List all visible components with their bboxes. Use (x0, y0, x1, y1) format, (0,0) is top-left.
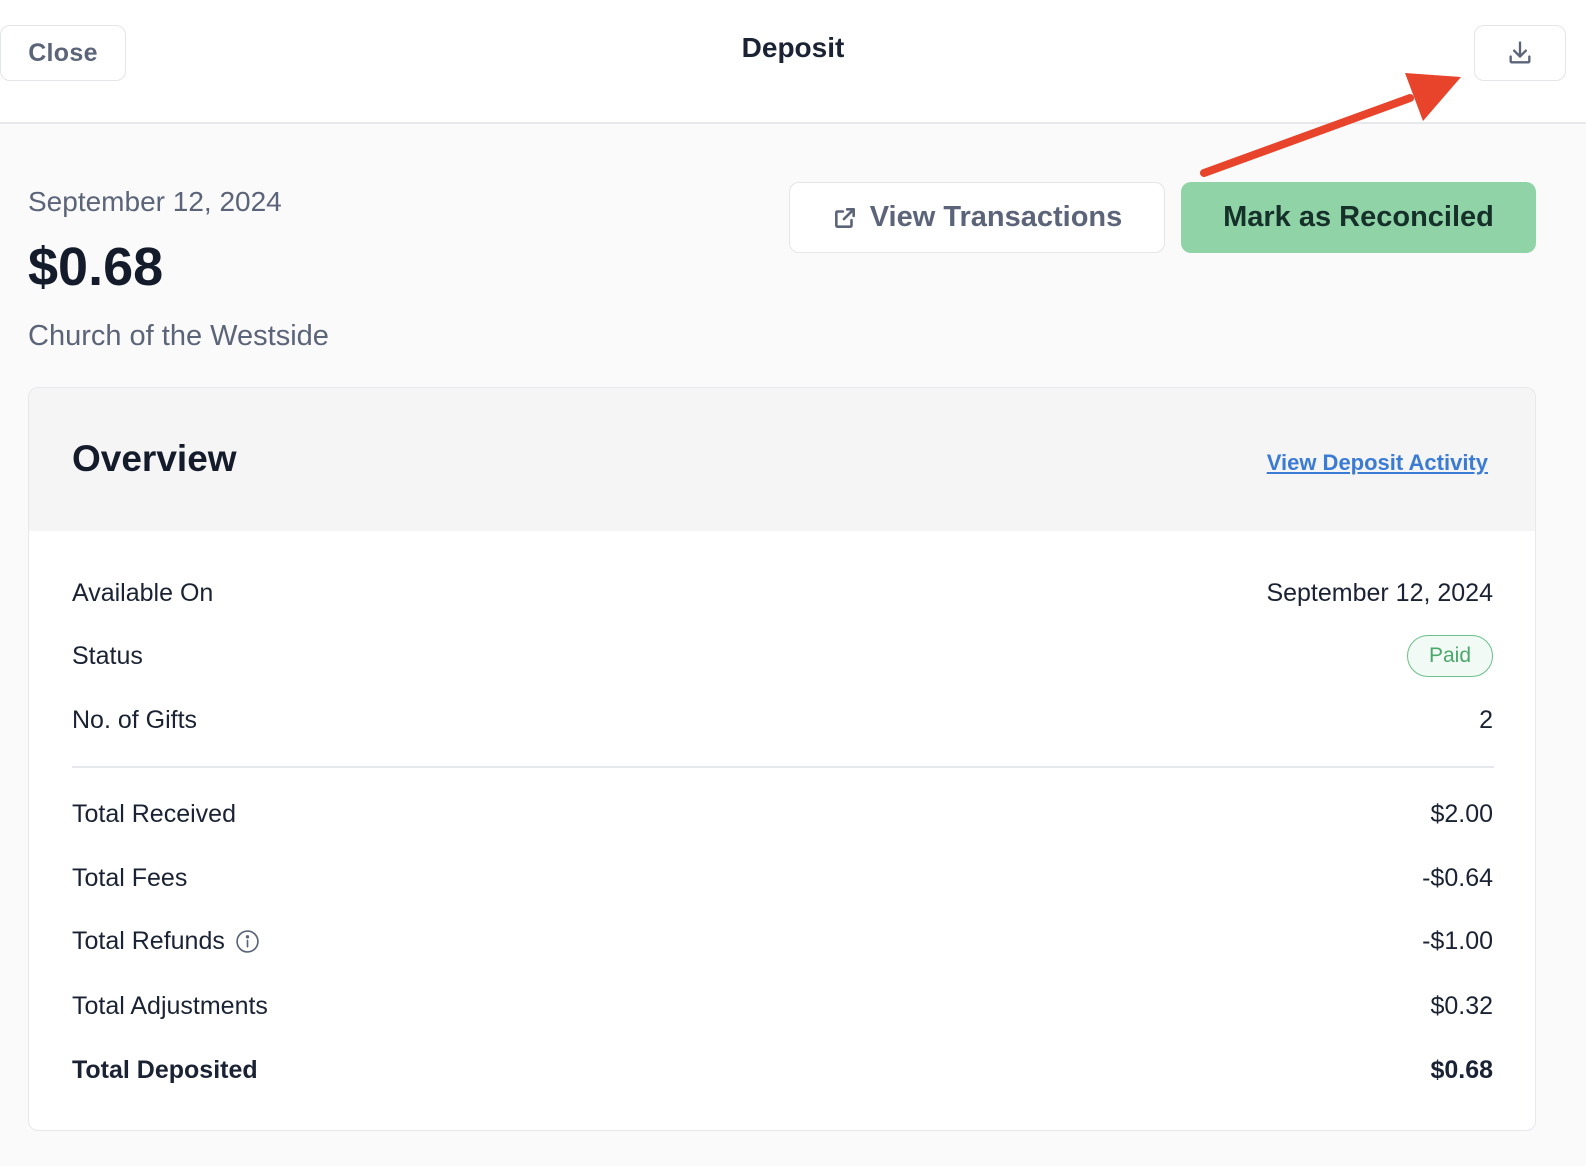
row-label: Status (72, 641, 143, 670)
view-transactions-button[interactable]: View Transactions (789, 182, 1165, 253)
status-badge: Paid (1407, 635, 1493, 677)
row-value: -$1.00 (1422, 926, 1493, 955)
detail-row-total-fees: Total Fees -$0.64 (72, 858, 1493, 898)
row-label-with-info: Total Refunds (72, 927, 260, 956)
detail-row-status: Status Paid (72, 635, 1493, 677)
download-icon (1509, 41, 1531, 64)
page-title: Deposit (741, 32, 845, 63)
download-button[interactable] (1474, 25, 1566, 81)
row-label: Total Deposited (72, 1055, 258, 1084)
row-value: $0.68 (1430, 1055, 1493, 1084)
view-deposit-activity-link[interactable]: View Deposit Activity (1267, 450, 1488, 476)
row-label: Available On (72, 578, 214, 607)
row-label: Total Fees (72, 863, 188, 892)
detail-row-total-refunds: Total Refunds -$1.00 (72, 921, 1493, 961)
top-bar: Close Deposit (0, 0, 1586, 124)
row-label: Total Adjustments (72, 991, 268, 1020)
divider (72, 766, 1494, 768)
row-value: 2 (1479, 705, 1493, 734)
row-value: -$0.64 (1422, 863, 1493, 892)
overview-title: Overview (72, 438, 237, 479)
row-label: Total Received (72, 799, 236, 828)
detail-row-total-received: Total Received $2.00 (72, 794, 1493, 834)
overview-header: Overview View Deposit Activity (29, 388, 1535, 531)
external-link-icon (834, 207, 855, 228)
row-value: $0.32 (1430, 991, 1493, 1020)
info-icon[interactable] (235, 929, 260, 954)
overview-card: Overview View Deposit Activity Available… (28, 387, 1536, 1131)
mark-as-reconciled-button[interactable]: Mark as Reconciled (1181, 182, 1536, 253)
deposit-amount: $0.68 (28, 237, 164, 297)
detail-row-gift-count: No. of Gifts 2 (72, 700, 1493, 740)
row-label: No. of Gifts (72, 705, 198, 734)
detail-row-total-adjustments: Total Adjustments $0.32 (72, 986, 1493, 1026)
detail-row-total-deposited: Total Deposited $0.68 (72, 1050, 1493, 1090)
row-value: September 12, 2024 (1266, 578, 1493, 607)
detail-row-available-on: Available On September 12, 2024 (72, 573, 1493, 613)
row-label: Total Refunds (72, 926, 225, 955)
view-transactions-label: View Transactions (869, 201, 1123, 233)
deposit-date: September 12, 2024 (28, 186, 282, 217)
organization-name: Church of the Westside (28, 320, 329, 352)
row-value: $2.00 (1430, 799, 1493, 828)
